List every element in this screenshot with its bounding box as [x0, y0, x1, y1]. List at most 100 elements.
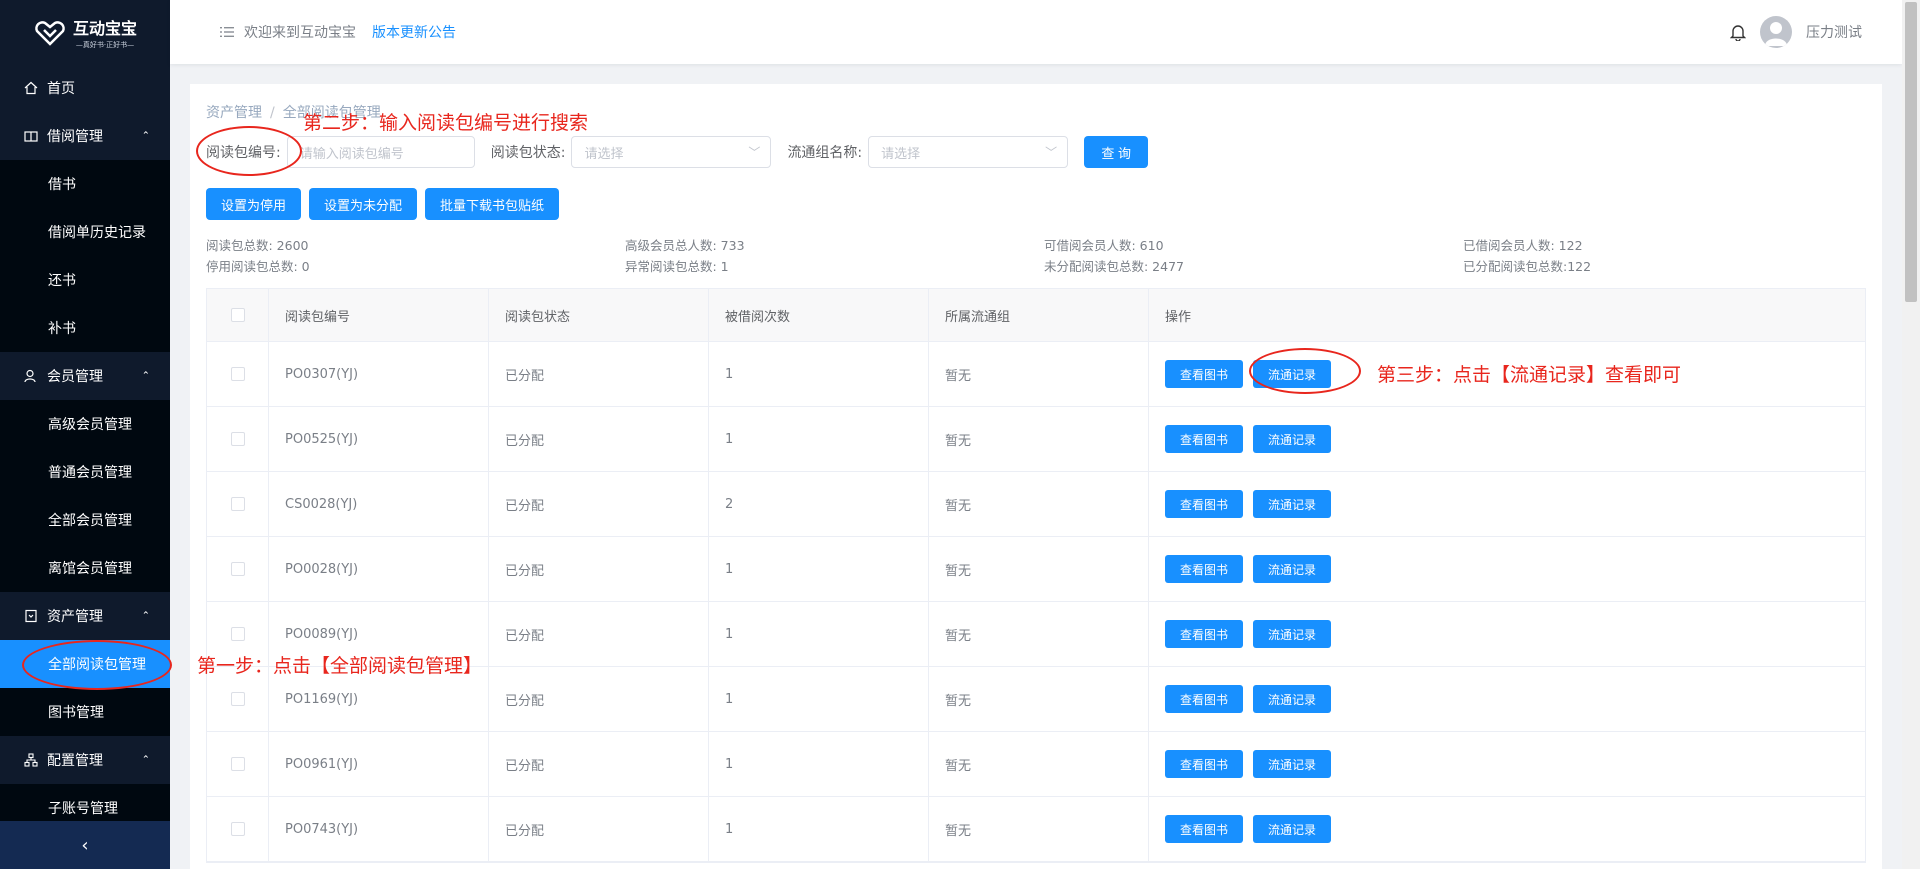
cell-status: 已分配	[489, 797, 709, 861]
table-body: PO0307(YJ) 已分配 1 暂无 查看图书 流通记录 PO0525(YJ) 已分配 1 暂无…	[207, 342, 1865, 862]
flow-records-button[interactable]: 流通记录	[1253, 685, 1332, 713]
sidebar-group-asset[interactable]: 资产管理 ⌃	[0, 592, 170, 640]
cell-package-no: PO0307(YJ)	[269, 342, 489, 406]
scrollbar-thumb[interactable]	[1905, 2, 1917, 302]
set-disabled-button[interactable]: 设置为停用	[206, 188, 302, 220]
view-books-button[interactable]: 查看图书	[1165, 815, 1244, 843]
flow-records-button[interactable]: 流通记录	[1253, 425, 1332, 453]
version-notice-link[interactable]: 版本更新公告	[372, 22, 456, 42]
sidebar: 互动宝宝 —真好书·正好书— 首页 借阅管理 ⌃ 借书 借阅单历史记录 还书 补…	[0, 0, 170, 869]
row-checkbox[interactable]	[230, 822, 245, 836]
cell-borrow-count: 1	[709, 797, 929, 861]
row-select-cell	[207, 407, 269, 471]
sidebar-group-member[interactable]: 会员管理 ⌃	[0, 352, 170, 400]
menu-list-icon[interactable]	[220, 26, 234, 38]
sidebar-group-config[interactable]: 配置管理 ⌃	[0, 736, 170, 784]
view-books-button[interactable]: 查看图书	[1165, 620, 1244, 648]
view-books-button[interactable]: 查看图书	[1165, 750, 1244, 778]
chevron-up-icon: ⌃	[141, 610, 150, 622]
sidebar-group-borrow[interactable]: 借阅管理 ⌃	[0, 112, 170, 160]
status-select[interactable]: 请选择 ﹀	[571, 136, 772, 168]
flow-records-button[interactable]: 流通记录	[1253, 750, 1332, 778]
annotation-step2: 第二步：输入阅读包编号进行搜索	[303, 112, 589, 134]
sidebar-item-label: 首页	[47, 81, 75, 97]
stat-column: 高级会员总人数: 733 异常阅读包总数: 1	[625, 235, 745, 277]
sidebar-item-book-management[interactable]: 图书管理	[0, 688, 170, 736]
flow-records-button[interactable]: 流通记录	[1253, 620, 1332, 648]
user-avatar-icon	[1765, 22, 1787, 46]
page-scrollbar[interactable]	[1902, 0, 1920, 869]
sidebar-item-replenish-book[interactable]: 补书	[0, 304, 170, 352]
avatar[interactable]	[1760, 16, 1792, 48]
cell-borrow-count: 1	[709, 667, 929, 731]
flow-records-button[interactable]: 流通记录	[1253, 490, 1332, 518]
row-select-cell	[207, 472, 269, 536]
table-row: PO0961(YJ) 已分配 1 暂无 查看图书 流通记录	[207, 732, 1865, 797]
header-status: 阅读包状态	[489, 289, 709, 341]
sidebar-item-all-member[interactable]: 全部会员管理	[0, 496, 170, 544]
cell-status: 已分配	[489, 407, 709, 471]
view-books-button[interactable]: 查看图书	[1165, 490, 1244, 518]
table-row: PO0743(YJ) 已分配 1 暂无 查看图书 流通记录	[207, 797, 1865, 862]
row-select-cell	[207, 342, 269, 406]
annotation-circle-step3	[1249, 348, 1361, 394]
annotation-circle-step2	[196, 126, 302, 176]
row-checkbox[interactable]	[230, 367, 245, 381]
chevron-up-icon: ⌃	[141, 370, 150, 382]
breadcrumb-parent[interactable]: 资产管理	[206, 105, 262, 121]
sidebar-item-borrow-book[interactable]: 借书	[0, 160, 170, 208]
batch-download-button[interactable]: 批量下载书包贴纸	[425, 188, 560, 220]
sidebar-collapse-button[interactable]: ‹	[0, 821, 170, 869]
cell-actions: 查看图书 流通记录	[1149, 537, 1865, 601]
cell-flow-group: 暂无	[929, 797, 1149, 861]
package-no-input[interactable]: 请输入阅读包编号	[286, 136, 475, 168]
sidebar-item-left-member[interactable]: 离馆会员管理	[0, 544, 170, 592]
bell-icon[interactable]	[1730, 23, 1746, 41]
cell-borrow-count: 1	[709, 407, 929, 471]
logo[interactable]: 互动宝宝 —真好书·正好书—	[0, 0, 170, 64]
username[interactable]: 压力测试	[1806, 22, 1862, 42]
view-books-button[interactable]: 查看图书	[1165, 685, 1244, 713]
row-checkbox[interactable]	[230, 562, 245, 576]
sidebar-item-return-book[interactable]: 还书	[0, 256, 170, 304]
cell-package-no: PO0961(YJ)	[269, 732, 489, 796]
table-row: CS0028(YJ) 已分配 2 暂无 查看图书 流通记录	[207, 472, 1865, 537]
cell-flow-group: 暂无	[929, 732, 1149, 796]
sidebar-item-home[interactable]: 首页	[0, 64, 170, 112]
cell-borrow-count: 1	[709, 537, 929, 601]
cell-flow-group: 暂无	[929, 342, 1149, 406]
action-toolbar: 设置为停用 设置为未分配 批量下载书包贴纸	[206, 188, 560, 220]
group-select[interactable]: 请选择 ﹀	[868, 136, 1069, 168]
view-books-button[interactable]: 查看图书	[1165, 360, 1244, 388]
annotation-step1: 第一步：点击【全部阅读包管理】	[197, 655, 483, 677]
logo-title: 互动宝宝	[72, 18, 137, 38]
row-select-cell	[207, 797, 269, 861]
row-checkbox[interactable]	[230, 432, 245, 446]
row-checkbox[interactable]	[230, 627, 245, 641]
view-books-button[interactable]: 查看图书	[1165, 555, 1244, 583]
sitemap-icon	[24, 753, 38, 767]
cell-flow-group: 暂无	[929, 472, 1149, 536]
cell-borrow-count: 2	[709, 472, 929, 536]
logo-subtitle: —真好书·正好书—	[75, 40, 135, 49]
view-books-button[interactable]: 查看图书	[1165, 425, 1244, 453]
row-checkbox[interactable]	[230, 692, 245, 706]
sidebar-item-senior-member[interactable]: 高级会员管理	[0, 400, 170, 448]
user-icon	[24, 369, 38, 383]
cell-actions: 查看图书 流通记录	[1149, 472, 1865, 536]
sidebar-item-borrow-history[interactable]: 借阅单历史记录	[0, 208, 170, 256]
select-all-checkbox[interactable]	[230, 308, 245, 322]
set-unassigned-button[interactable]: 设置为未分配	[309, 188, 418, 220]
row-checkbox[interactable]	[230, 497, 245, 511]
flow-records-button[interactable]: 流通记录	[1253, 815, 1332, 843]
cell-actions: 查看图书 流通记录	[1149, 797, 1865, 861]
cell-status: 已分配	[489, 342, 709, 406]
flow-records-button[interactable]: 流通记录	[1253, 555, 1332, 583]
header-package-no: 阅读包编号	[269, 289, 489, 341]
row-checkbox[interactable]	[230, 757, 245, 771]
sidebar-item-normal-member[interactable]: 普通会员管理	[0, 448, 170, 496]
query-button[interactable]: 查 询	[1084, 136, 1149, 168]
group-placeholder: 请选择	[881, 146, 921, 162]
sidebar-group-label: 借阅管理	[47, 129, 103, 145]
stat-column: 可借阅会员人数: 610 未分配阅读包总数: 2477	[1044, 235, 1184, 277]
